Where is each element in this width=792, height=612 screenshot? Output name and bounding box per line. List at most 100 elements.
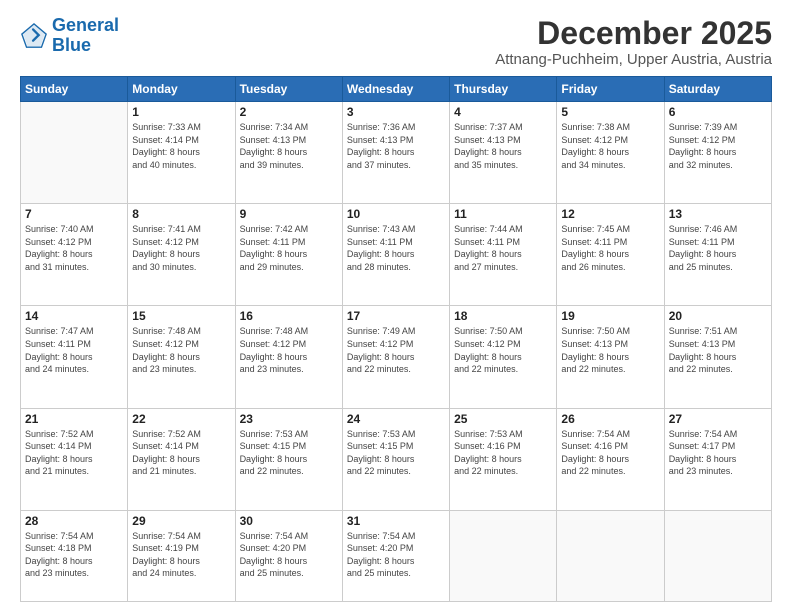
calendar-week-row: 1Sunrise: 7:33 AM Sunset: 4:14 PM Daylig… <box>21 102 772 204</box>
day-info: Sunrise: 7:53 AM Sunset: 4:16 PM Dayligh… <box>454 428 552 478</box>
weekday-header-cell: Saturday <box>664 77 771 102</box>
calendar-day-cell: 19 Sunrise: 7:50 AM Sunset: 4:13 PM Dayli… <box>557 306 664 408</box>
day-info: Sunrise: 7:53 AM Sunset: 4:15 PM Dayligh… <box>240 428 338 478</box>
day-number: 30 <box>240 514 338 528</box>
day-info: Sunrise: 7:54 AM Sunset: 4:18 PM Dayligh… <box>25 530 123 580</box>
day-number: 14 <box>25 309 123 323</box>
day-number: 25 <box>454 412 552 426</box>
day-number: 18 <box>454 309 552 323</box>
day-number: 24 <box>347 412 445 426</box>
day-info: Sunrise: 7:53 AM Sunset: 4:15 PM Dayligh… <box>347 428 445 478</box>
calendar-day-cell: 17 Sunrise: 7:49 AM Sunset: 4:12 PM Dayli… <box>342 306 449 408</box>
calendar-day-cell: 20 Sunrise: 7:51 AM Sunset: 4:13 PM Dayli… <box>664 306 771 408</box>
day-info: Sunrise: 7:52 AM Sunset: 4:14 PM Dayligh… <box>132 428 230 478</box>
logo-line1: General <box>52 16 119 36</box>
calendar-week-row: 14 Sunrise: 7:47 AM Sunset: 4:11 PM Dayli… <box>21 306 772 408</box>
day-info: Sunrise: 7:45 AM Sunset: 4:11 PM Dayligh… <box>561 223 659 273</box>
month-title: December 2025 <box>495 16 772 51</box>
day-info: Sunrise: 7:47 AM Sunset: 4:11 PM Dayligh… <box>25 325 123 375</box>
day-info: Sunrise: 7:54 AM Sunset: 4:16 PM Dayligh… <box>561 428 659 478</box>
calendar-day-cell: 22 Sunrise: 7:52 AM Sunset: 4:14 PM Dayli… <box>128 408 235 510</box>
day-number: 4 <box>454 105 552 119</box>
calendar-day-cell: 7 Sunrise: 7:40 AM Sunset: 4:12 PM Daylig… <box>21 204 128 306</box>
day-info: Sunrise: 7:54 AM Sunset: 4:17 PM Dayligh… <box>669 428 767 478</box>
day-info: Sunrise: 7:49 AM Sunset: 4:12 PM Dayligh… <box>347 325 445 375</box>
day-number: 20 <box>669 309 767 323</box>
calendar-week-row: 21Sunrise: 7:52 AM Sunset: 4:14 PM Dayli… <box>21 408 772 510</box>
day-number: 22 <box>132 412 230 426</box>
calendar-day-cell: 23Sunrise: 7:53 AM Sunset: 4:15 PM Dayli… <box>235 408 342 510</box>
day-number: 2 <box>240 105 338 119</box>
calendar-day-cell: 25 Sunrise: 7:53 AM Sunset: 4:16 PM Dayli… <box>450 408 557 510</box>
day-info: Sunrise: 7:39 AM Sunset: 4:12 PM Dayligh… <box>669 121 767 171</box>
calendar-day-cell: 9 Sunrise: 7:42 AM Sunset: 4:11 PM Daylig… <box>235 204 342 306</box>
day-info: Sunrise: 7:38 AM Sunset: 4:12 PM Dayligh… <box>561 121 659 171</box>
logo-line2: Blue <box>52 36 119 56</box>
day-info: Sunrise: 7:48 AM Sunset: 4:12 PM Dayligh… <box>132 325 230 375</box>
day-number: 5 <box>561 105 659 119</box>
day-number: 12 <box>561 207 659 221</box>
day-info: Sunrise: 7:34 AM Sunset: 4:13 PM Dayligh… <box>240 121 338 171</box>
day-info: Sunrise: 7:54 AM Sunset: 4:20 PM Dayligh… <box>240 530 338 580</box>
day-number: 27 <box>669 412 767 426</box>
day-info: Sunrise: 7:43 AM Sunset: 4:11 PM Dayligh… <box>347 223 445 273</box>
calendar-day-cell: 1Sunrise: 7:33 AM Sunset: 4:14 PM Daylig… <box>128 102 235 204</box>
day-info: Sunrise: 7:40 AM Sunset: 4:12 PM Dayligh… <box>25 223 123 273</box>
day-number: 17 <box>347 309 445 323</box>
day-number: 19 <box>561 309 659 323</box>
calendar-day-cell: 14 Sunrise: 7:47 AM Sunset: 4:11 PM Dayli… <box>21 306 128 408</box>
calendar-day-cell: 11Sunrise: 7:44 AM Sunset: 4:11 PM Dayli… <box>450 204 557 306</box>
day-info: Sunrise: 7:54 AM Sunset: 4:19 PM Dayligh… <box>132 530 230 580</box>
calendar-day-cell <box>664 510 771 601</box>
weekday-header-cell: Tuesday <box>235 77 342 102</box>
calendar-day-cell: 5 Sunrise: 7:38 AM Sunset: 4:12 PM Daylig… <box>557 102 664 204</box>
day-number: 16 <box>240 309 338 323</box>
calendar-day-cell: 29Sunrise: 7:54 AM Sunset: 4:19 PM Dayli… <box>128 510 235 601</box>
day-number: 28 <box>25 514 123 528</box>
day-number: 15 <box>132 309 230 323</box>
calendar-day-cell <box>21 102 128 204</box>
day-info: Sunrise: 7:51 AM Sunset: 4:13 PM Dayligh… <box>669 325 767 375</box>
day-number: 7 <box>25 207 123 221</box>
calendar-table: SundayMondayTuesdayWednesdayThursdayFrid… <box>20 76 772 602</box>
logo-icon <box>20 22 48 50</box>
weekday-header-cell: Sunday <box>21 77 128 102</box>
calendar-week-row: 28 Sunrise: 7:54 AM Sunset: 4:18 PM Dayli… <box>21 510 772 601</box>
day-number: 13 <box>669 207 767 221</box>
day-info: Sunrise: 7:37 AM Sunset: 4:13 PM Dayligh… <box>454 121 552 171</box>
day-info: Sunrise: 7:48 AM Sunset: 4:12 PM Dayligh… <box>240 325 338 375</box>
calendar-day-cell: 27 Sunrise: 7:54 AM Sunset: 4:17 PM Dayli… <box>664 408 771 510</box>
day-info: Sunrise: 7:36 AM Sunset: 4:13 PM Dayligh… <box>347 121 445 171</box>
day-info: Sunrise: 7:54 AM Sunset: 4:20 PM Dayligh… <box>347 530 445 580</box>
day-number: 6 <box>669 105 767 119</box>
day-number: 9 <box>240 207 338 221</box>
day-info: Sunrise: 7:42 AM Sunset: 4:11 PM Dayligh… <box>240 223 338 273</box>
calendar-day-cell <box>450 510 557 601</box>
page: General Blue December 2025 Attnang-Puchh… <box>0 0 792 612</box>
day-info: Sunrise: 7:46 AM Sunset: 4:11 PM Dayligh… <box>669 223 767 273</box>
weekday-header-cell: Wednesday <box>342 77 449 102</box>
day-number: 26 <box>561 412 659 426</box>
calendar-day-cell: 8Sunrise: 7:41 AM Sunset: 4:12 PM Daylig… <box>128 204 235 306</box>
calendar-day-cell: 2 Sunrise: 7:34 AM Sunset: 4:13 PM Daylig… <box>235 102 342 204</box>
logo: General Blue <box>20 16 119 56</box>
calendar-day-cell: 16 Sunrise: 7:48 AM Sunset: 4:12 PM Dayli… <box>235 306 342 408</box>
day-info: Sunrise: 7:52 AM Sunset: 4:14 PM Dayligh… <box>25 428 123 478</box>
header: General Blue December 2025 Attnang-Puchh… <box>20 16 772 68</box>
weekday-header-row: SundayMondayTuesdayWednesdayThursdayFrid… <box>21 77 772 102</box>
title-block: December 2025 Attnang-Puchheim, Upper Au… <box>495 16 772 68</box>
calendar-day-cell <box>557 510 664 601</box>
day-number: 31 <box>347 514 445 528</box>
calendar-day-cell: 12 Sunrise: 7:45 AM Sunset: 4:11 PM Dayli… <box>557 204 664 306</box>
calendar-day-cell: 3Sunrise: 7:36 AM Sunset: 4:13 PM Daylig… <box>342 102 449 204</box>
location-title: Attnang-Puchheim, Upper Austria, Austria <box>495 51 772 68</box>
weekday-header-cell: Monday <box>128 77 235 102</box>
calendar-day-cell: 6 Sunrise: 7:39 AM Sunset: 4:12 PM Daylig… <box>664 102 771 204</box>
calendar-day-cell: 13 Sunrise: 7:46 AM Sunset: 4:11 PM Dayli… <box>664 204 771 306</box>
weekday-header-cell: Thursday <box>450 77 557 102</box>
calendar-day-cell: 24 Sunrise: 7:53 AM Sunset: 4:15 PM Dayli… <box>342 408 449 510</box>
day-info: Sunrise: 7:50 AM Sunset: 4:13 PM Dayligh… <box>561 325 659 375</box>
calendar-day-cell: 15 Sunrise: 7:48 AM Sunset: 4:12 PM Dayli… <box>128 306 235 408</box>
calendar-body: 1Sunrise: 7:33 AM Sunset: 4:14 PM Daylig… <box>21 102 772 602</box>
calendar-day-cell: 18Sunrise: 7:50 AM Sunset: 4:12 PM Dayli… <box>450 306 557 408</box>
